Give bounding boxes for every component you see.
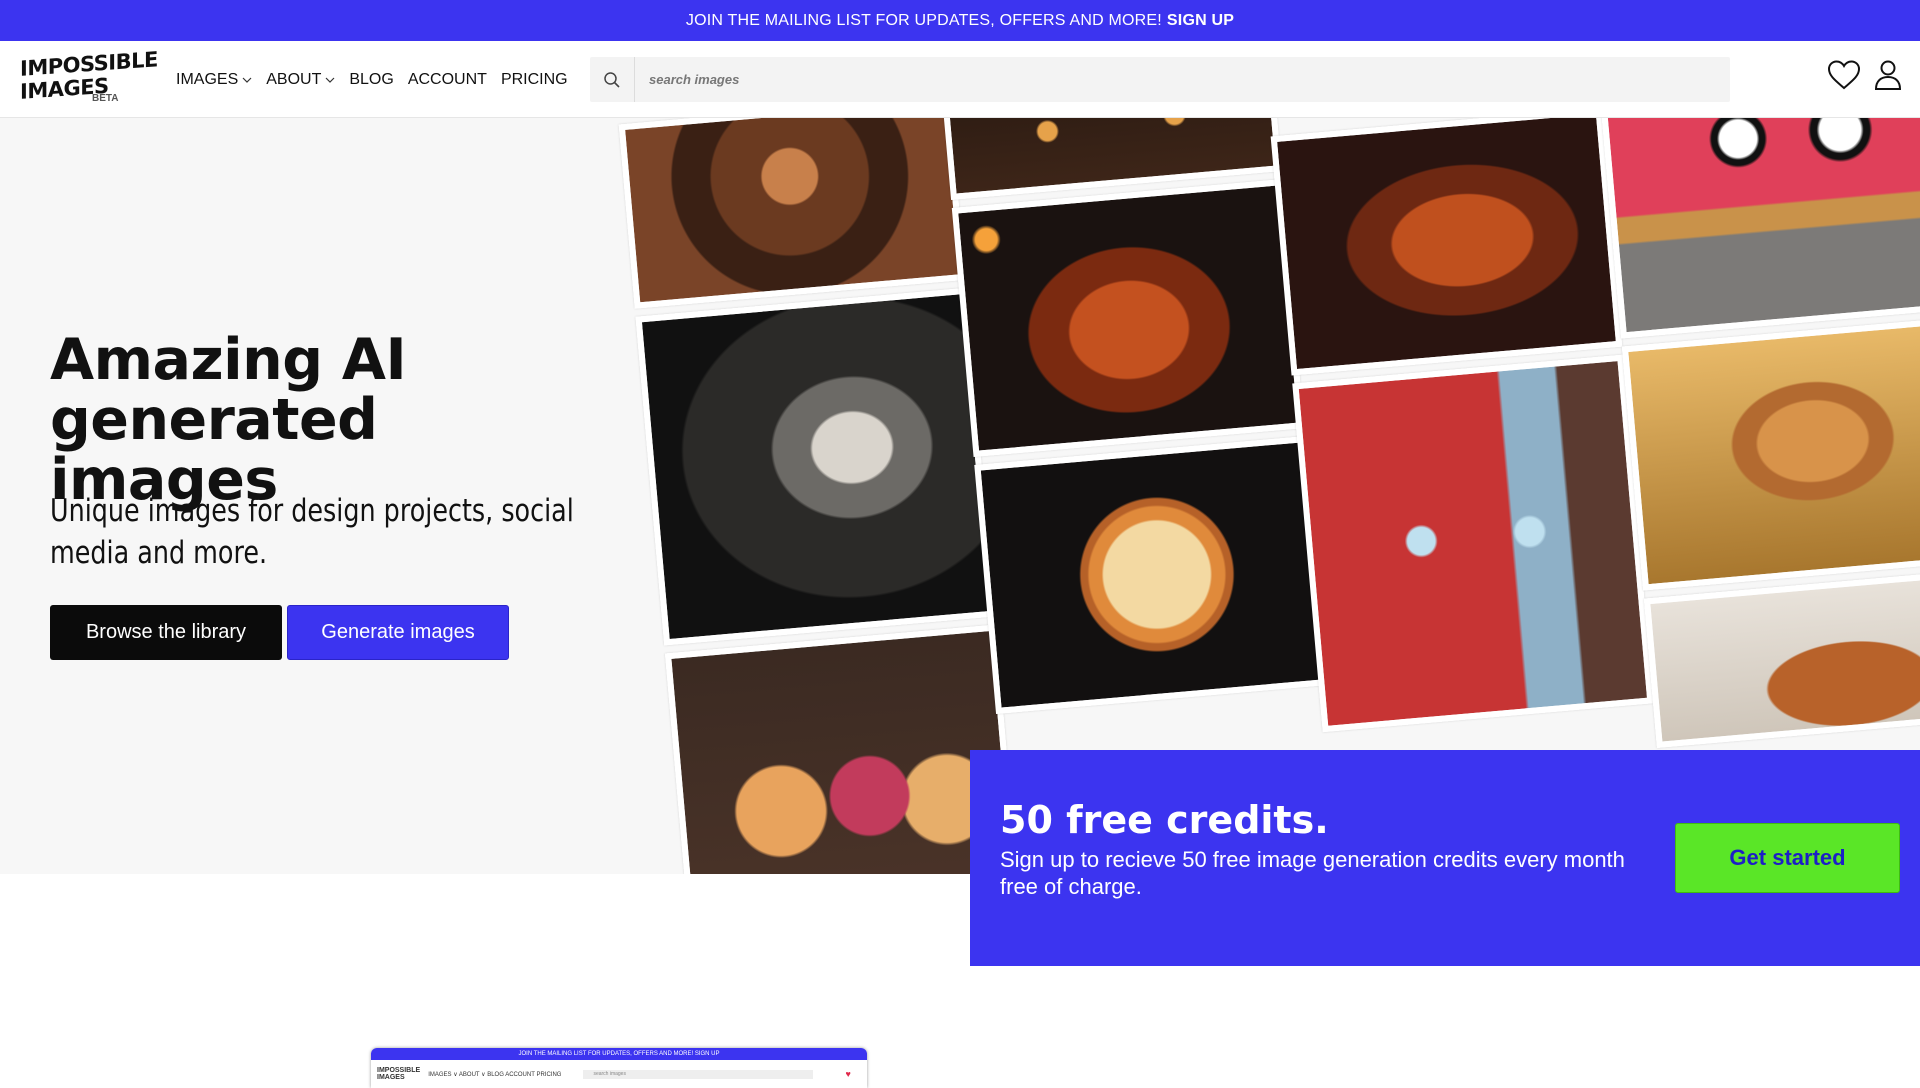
site-logo[interactable]: IMPOSSIBLE IMAGES BETA bbox=[20, 47, 158, 109]
collage-image-onion-monsters[interactable] bbox=[664, 624, 1019, 874]
announcement-text: JOIN THE MAILING LIST FOR UPDATES, OFFER… bbox=[685, 11, 1162, 29]
preview-search: search images bbox=[583, 1069, 814, 1079]
search-input[interactable] bbox=[635, 57, 1730, 102]
nav-about-label: ABOUT bbox=[266, 70, 322, 88]
preview-header: IMPOSSIBLE IMAGES IMAGES ∨ ABOUT ∨ BLOG A… bbox=[371, 1060, 867, 1088]
get-started-button[interactable]: Get started bbox=[1675, 823, 1900, 893]
promo-text: Sign up to recieve 50 free image generat… bbox=[1000, 847, 1625, 899]
collage-image-pizza[interactable] bbox=[974, 436, 1327, 715]
chevron-down-icon bbox=[325, 77, 335, 83]
collage-column-3 bbox=[1270, 118, 1655, 740]
heart-icon: ♥ bbox=[845, 1069, 851, 1079]
beta-badge: BETA bbox=[92, 93, 119, 104]
nav-images-label: IMAGES bbox=[176, 70, 239, 88]
search-icon[interactable] bbox=[590, 57, 635, 102]
search-bar bbox=[590, 57, 1730, 102]
signup-link[interactable]: SIGN UP bbox=[1167, 12, 1234, 30]
heart-icon[interactable] bbox=[1827, 59, 1861, 91]
main-nav: IMAGES ABOUT BLOG ACCOUNT PRICING bbox=[176, 41, 568, 118]
generate-images-button[interactable]: Generate images bbox=[287, 605, 509, 660]
collage-image-dog[interactable] bbox=[1621, 317, 1920, 591]
user-icon[interactable] bbox=[1874, 59, 1902, 91]
collage-column-2 bbox=[940, 118, 1328, 722]
chevron-down-icon bbox=[242, 77, 252, 83]
free-credits-promo: 50 free credits. Sign up to recieve 50 f… bbox=[970, 750, 1920, 966]
nav-pricing[interactable]: PRICING bbox=[501, 71, 568, 89]
collage-image-food-plate[interactable] bbox=[1643, 569, 1920, 749]
preview-logo: IMPOSSIBLE IMAGES bbox=[377, 1067, 421, 1081]
preview-nav: IMAGES ∨ ABOUT ∨ BLOG ACCOUNT PRICING bbox=[428, 1071, 562, 1078]
collage-image-wings-closeup[interactable] bbox=[1270, 118, 1623, 376]
nav-images[interactable]: IMAGES bbox=[176, 71, 252, 89]
preview-announcement: JOIN THE MAILING LIST FOR UPDATES, OFFER… bbox=[371, 1048, 867, 1060]
browse-library-button[interactable]: Browse the library bbox=[50, 605, 282, 660]
nav-about[interactable]: ABOUT bbox=[266, 71, 335, 89]
hero-title: Amazing AI generated images bbox=[50, 327, 407, 513]
hero-subtitle: Unique images for design projects, socia… bbox=[50, 493, 574, 571]
collage-image-brick-face[interactable] bbox=[1292, 354, 1654, 733]
collage-image-graffiti-monster[interactable] bbox=[1600, 118, 1920, 339]
collage-image-gothic-girl[interactable] bbox=[635, 287, 995, 646]
nav-account[interactable]: ACCOUNT bbox=[408, 71, 487, 89]
announcement-bar: JOIN THE MAILING LIST FOR UPDATES, OFFER… bbox=[0, 0, 1920, 41]
collage-image-bronze-machine[interactable] bbox=[618, 118, 966, 309]
site-header: IMPOSSIBLE IMAGES BETA IMAGES ABOUT BLOG… bbox=[0, 41, 1920, 118]
collage-column-4 bbox=[1600, 118, 1920, 756]
promo-title: 50 free credits. bbox=[1000, 798, 1329, 842]
site-preview-thumbnail: JOIN THE MAILING LIST FOR UPDATES, OFFER… bbox=[371, 1048, 867, 1088]
nav-blog[interactable]: BLOG bbox=[349, 71, 393, 89]
collage-image-chicken-wings[interactable] bbox=[951, 179, 1305, 458]
